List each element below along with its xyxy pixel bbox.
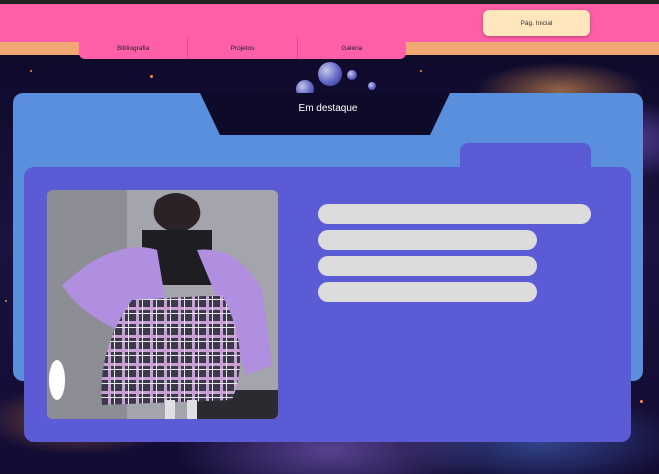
bubble-decoration — [368, 82, 376, 90]
nav-tab-bibliografia[interactable]: Bibliografia — [79, 37, 189, 59]
text-placeholder-line — [318, 256, 537, 276]
nav-tab-projetos[interactable]: Projetos — [188, 37, 298, 59]
featured-photo-illustration — [47, 190, 278, 419]
spark-decoration — [640, 400, 643, 403]
text-placeholder-line — [318, 230, 537, 250]
bubble-decoration — [318, 62, 342, 86]
section-title: Em destaque — [298, 103, 358, 114]
nav-tab-galeria[interactable]: Galeria — [298, 37, 406, 59]
spark-decoration — [30, 70, 32, 72]
text-placeholder-line — [318, 282, 537, 302]
featured-photo — [47, 190, 278, 419]
home-button[interactable]: Pág. Inicial — [483, 10, 590, 36]
spark-decoration — [420, 70, 422, 72]
folder-notch — [200, 93, 450, 135]
text-placeholder-line — [318, 204, 591, 224]
main-nav: Bibliografia Projetos Galeria — [79, 37, 406, 59]
spark-decoration — [5, 300, 7, 302]
bubble-decoration — [347, 70, 357, 80]
spark-decoration — [150, 75, 153, 78]
